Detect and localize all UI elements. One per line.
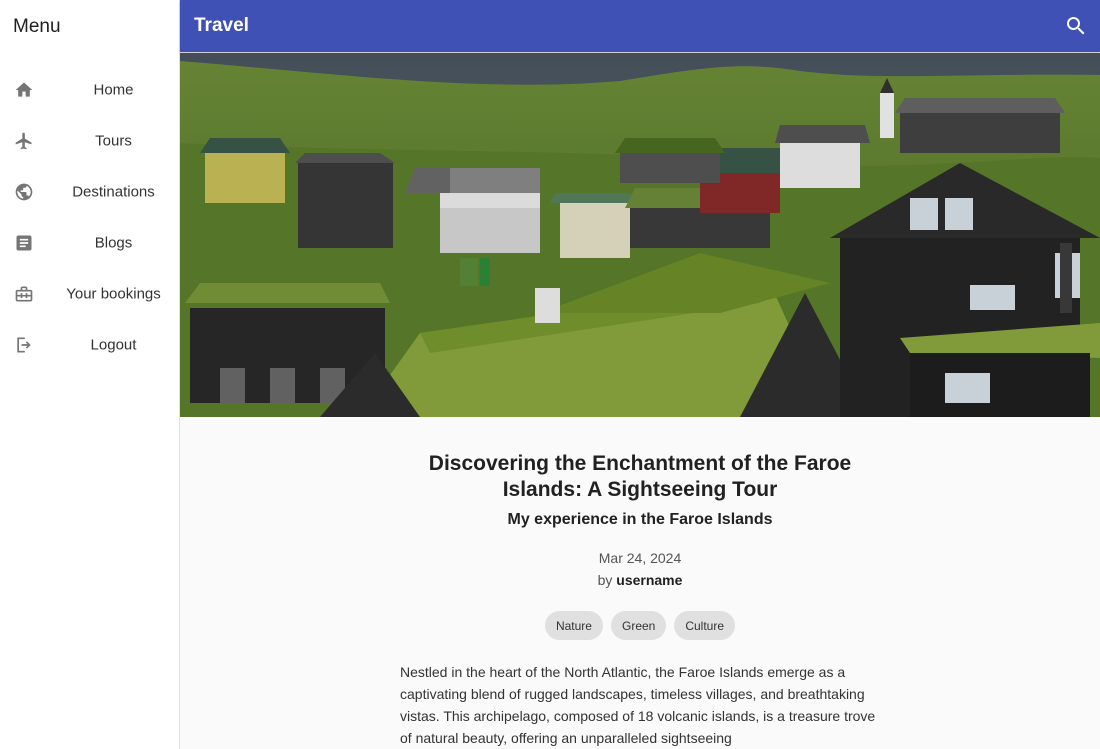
sidebar-item-label: Destinations [72,183,155,200]
sidebar-item-tours[interactable]: Tours [0,115,179,166]
sidebar-item-label: Your bookings [66,285,161,302]
tag-chip[interactable]: Culture [674,611,736,640]
sidebar-item-label: Blogs [94,234,133,251]
tag-chip[interactable]: Nature [544,611,603,640]
article-byline: by username [180,572,1100,588]
sidebar-item-blogs[interactable]: Blogs [0,217,179,268]
tag-list: Nature Green Culture [180,611,1100,640]
article-title: Discovering the Enchantment of the Faroe… [428,452,852,501]
search-button[interactable] [1064,14,1088,38]
author-name[interactable]: username [616,572,682,588]
search-icon [1064,17,1088,42]
article-subtitle: My experience in the Faroe Islands [507,511,773,528]
home-icon [13,79,35,101]
article: Discovering the Enchantment of the Faroe… [180,417,1100,749]
globe-icon [13,181,35,203]
sidebar-item-logout[interactable]: Logout [0,319,179,370]
hero-image [180,53,1100,417]
sidebar-item-home[interactable]: Home [0,64,179,115]
sidebar-item-your-bookings[interactable]: Your bookings [0,268,179,319]
sidebar: Menu Home Tours Destinations Blogs Your … [0,0,180,749]
app-title: Travel [194,15,249,36]
app-bar: Travel [180,0,1100,52]
airplane-icon [13,130,35,152]
briefcase-icon [13,283,35,305]
sidebar-nav: Home Tours Destinations Blogs Your booki… [0,64,179,370]
tag-chip[interactable]: Green [610,611,667,640]
sidebar-item-label: Tours [95,132,132,149]
sidebar-title: Menu [13,16,61,37]
article-body: Nestled in the heart of the North Atlant… [400,664,876,746]
sidebar-item-destinations[interactable]: Destinations [0,166,179,217]
article-date: Mar 24, 2024 [598,550,682,566]
logout-icon [13,334,35,356]
byline-prefix: by [597,572,613,588]
article-icon [13,232,35,254]
sidebar-item-label: Logout [90,336,137,353]
app-root: Menu Home Tours Destinations Blogs Your … [0,0,1100,749]
sidebar-item-label: Home [93,81,134,98]
